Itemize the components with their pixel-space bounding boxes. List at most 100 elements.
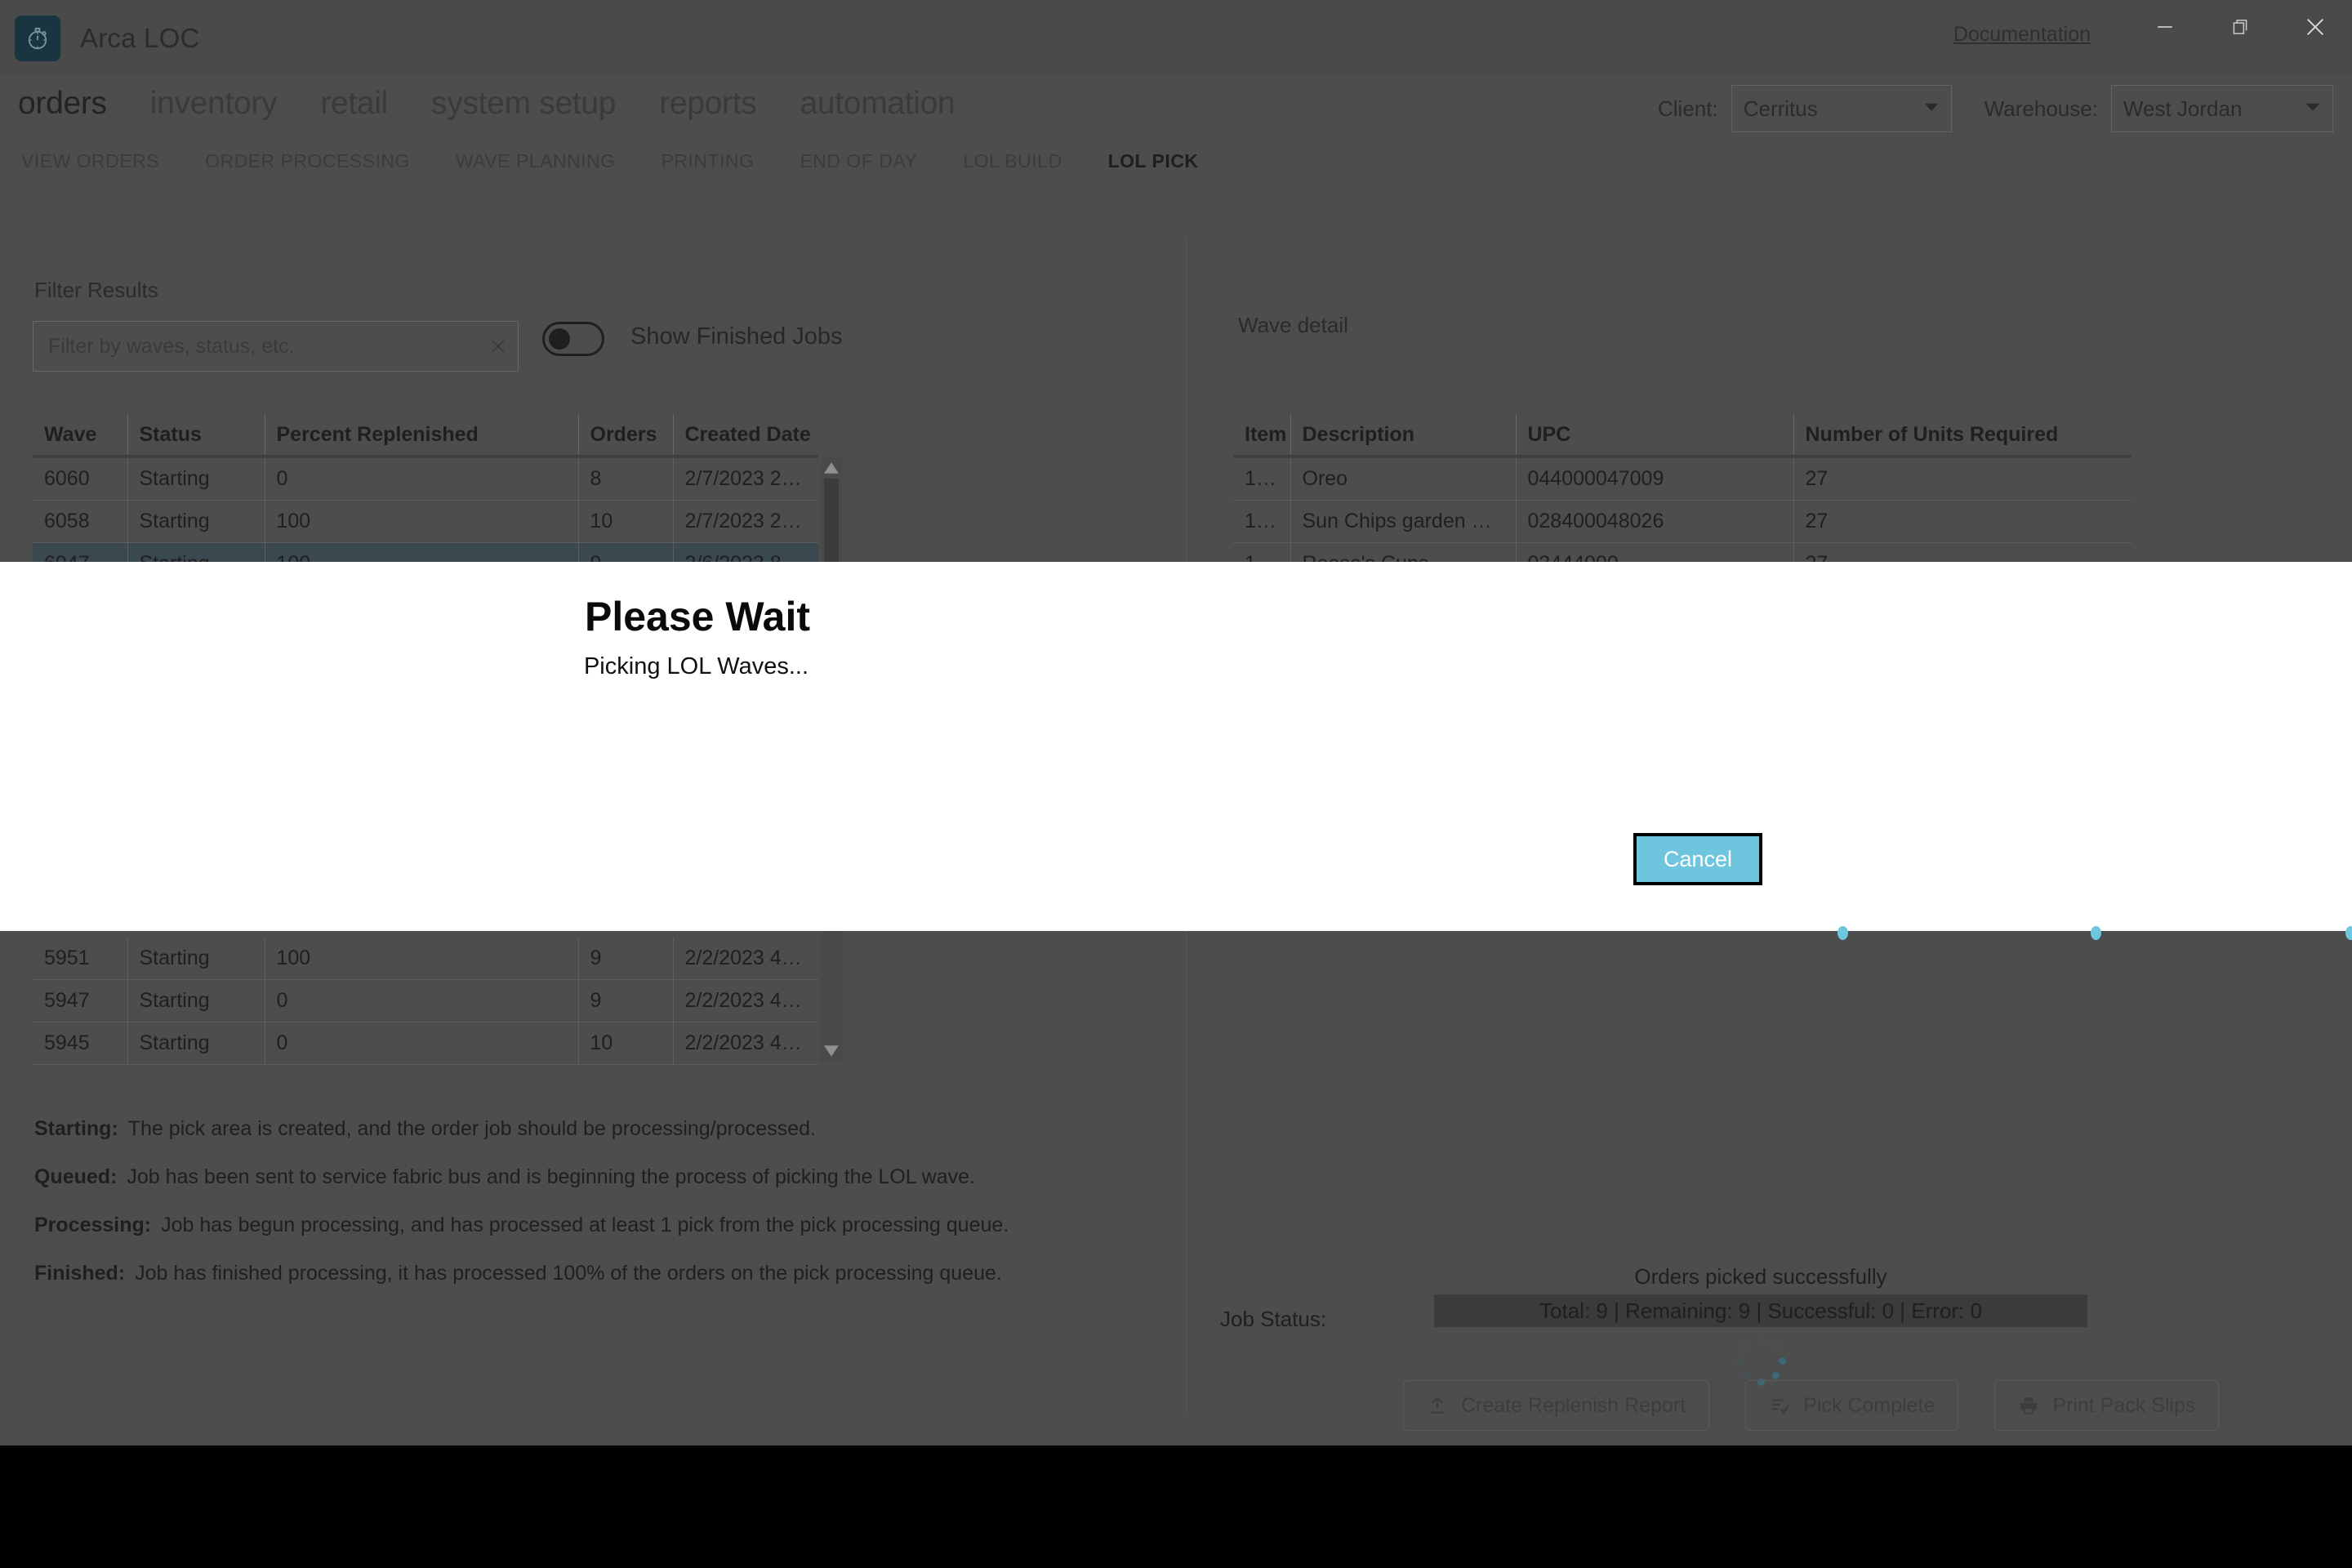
pick-complete-button: Pick Complete: [1745, 1380, 1959, 1431]
column-header-number-of-units-required[interactable]: Number of Units Required: [1793, 415, 2132, 458]
job-status-message: Orders picked successfully: [1634, 1264, 1887, 1289]
nav-item-automation[interactable]: automation: [800, 86, 955, 122]
tab-wave-planning[interactable]: WAVE PLANNING: [456, 150, 616, 172]
close-icon[interactable]: [479, 322, 518, 371]
cell-created: 2/7/2023 2:28:24 PM: [673, 500, 818, 543]
nav-item-retail[interactable]: retail: [320, 86, 388, 122]
please-wait-modal: Please Wait Picking LOL Waves...: [0, 562, 2352, 931]
cell-created: 2/2/2023 4:25:57 AM: [673, 938, 818, 980]
legend-text: Job has finished processing, it has proc…: [135, 1262, 1002, 1285]
bottom-band: [0, 1446, 2352, 1568]
printer-icon: [2018, 1395, 2039, 1416]
table-row[interactable]: 105 Sun Chips garden Salsa 028400048026 27: [1233, 500, 2132, 543]
documentation-link[interactable]: Documentation: [1953, 23, 2091, 47]
table-row[interactable]: 5945Starting0102/2/2023 4:16:55 AM: [33, 1022, 818, 1065]
cell-created: 2/2/2023 4:18:20 AM: [673, 979, 818, 1022]
title-bar: Arca LOC Documentation: [0, 0, 2352, 77]
button-label: Create Replenish Report: [1461, 1393, 1686, 1417]
legend-term: Processing:: [34, 1214, 152, 1236]
restore-icon[interactable]: [2226, 13, 2254, 41]
minimize-icon[interactable]: [2151, 13, 2179, 41]
column-header-description[interactable]: Description: [1290, 415, 1517, 458]
show-finished-jobs-toggle[interactable]: [542, 322, 604, 356]
table-header-row: Wave Status Percent Replenished Orders Creat…: [33, 415, 818, 458]
modal-title: Please Wait: [584, 594, 811, 639]
nav-item-reports[interactable]: reports: [659, 86, 757, 122]
nav-item-inventory[interactable]: inventory: [150, 86, 278, 122]
legend-item-starting: Starting: The pick area is created, and t…: [34, 1117, 1120, 1141]
cell-wave: 5945: [33, 1022, 128, 1065]
column-header-item[interactable]: Item: [1233, 415, 1291, 458]
column-header-created-date[interactable]: Created Date: [673, 415, 818, 458]
button-label: Pick Complete: [1803, 1393, 1936, 1417]
filter-input[interactable]: [33, 322, 479, 371]
cell-status: Starting: [127, 938, 265, 980]
cell-orders: 10: [578, 500, 674, 543]
table-row[interactable]: 5951Starting10092/2/2023 4:25:57 AM: [33, 938, 818, 980]
legend-item-processing: Processing: Job has begun processing, and…: [34, 1214, 1120, 1237]
tab-order-processing[interactable]: ORDER PROCESSING: [205, 150, 410, 172]
job-progress-bar: Total: 9 | Remaining: 9 | Successful: 0 …: [1434, 1294, 2087, 1327]
chevron-up-icon[interactable]: [821, 457, 842, 479]
cell-percent: 0: [265, 1022, 579, 1065]
cell-status: Starting: [127, 979, 265, 1022]
progress-dot: [2091, 926, 2101, 940]
table-row[interactable]: 6058Starting100102/7/2023 2:28:24 PM: [33, 500, 818, 543]
table-row[interactable]: 5947Starting092/2/2023 4:18:20 AM: [33, 979, 818, 1022]
cell-orders: 9: [578, 979, 674, 1022]
table-row[interactable]: 6060Starting082/7/2023 2:29:24 PM: [33, 457, 818, 501]
cell-units: 27: [1793, 500, 2132, 543]
cell-percent: 0: [265, 457, 579, 501]
tab-printing[interactable]: PRINTING: [662, 150, 755, 172]
progress-dot: [1838, 926, 1848, 940]
column-header-upc[interactable]: UPC: [1516, 415, 1794, 458]
app-title: Arca LOC: [80, 23, 200, 53]
waves-table-top: Wave Status Percent Replenished Orders Creat…: [33, 415, 841, 586]
legend-text: The pick area is created, and the order …: [127, 1117, 816, 1140]
waves-table-bottom: 5951Starting10092/2/2023 4:25:57 AM5947S…: [33, 938, 841, 1065]
cell-orders: 8: [578, 457, 674, 501]
close-icon[interactable]: [2301, 13, 2329, 41]
modal-progress-dots: [0, 926, 2352, 940]
cell-orders: 10: [578, 1022, 674, 1065]
stopwatch-icon: [15, 16, 60, 61]
column-header-status[interactable]: Status: [127, 415, 265, 458]
cell-description: Oreo: [1290, 457, 1517, 501]
cell-status: Starting: [127, 500, 265, 543]
legend-text: Job has begun processing, and has proces…: [161, 1214, 1009, 1236]
cell-created: 2/7/2023 2:29:24 PM: [673, 457, 818, 501]
cell-created: 2/2/2023 4:16:55 AM: [673, 1022, 818, 1065]
tab-view-orders[interactable]: VIEW ORDERS: [21, 150, 159, 172]
cell-percent: 100: [265, 500, 579, 543]
cell-wave: 5951: [33, 938, 128, 980]
upload-icon: [1427, 1395, 1448, 1416]
tab-lol-build[interactable]: LOL BUILD: [963, 150, 1062, 172]
tab-end-of-day[interactable]: END OF DAY: [800, 150, 917, 172]
cell-wave: 5947: [33, 979, 128, 1022]
legend-item-finished: Finished: Job has finished processing, it…: [34, 1262, 1120, 1285]
cancel-button[interactable]: Cancel: [1633, 833, 1762, 885]
cell-description: Sun Chips garden Salsa: [1290, 500, 1517, 543]
column-header-percent-replenished[interactable]: Percent Replenished: [265, 415, 579, 458]
cell-upc: 028400048026: [1516, 500, 1794, 543]
nav-item-system-setup[interactable]: system setup: [431, 86, 616, 122]
main-navigation: orders inventory retail system setup reports…: [0, 78, 2352, 129]
nav-item-orders[interactable]: orders: [18, 86, 107, 122]
column-header-wave[interactable]: Wave: [33, 415, 128, 458]
table-row[interactable]: 103 Oreo 044000047009 27: [1233, 457, 2132, 501]
cell-percent: 0: [265, 979, 579, 1022]
cell-upc: 044000047009: [1516, 457, 1794, 501]
filter-results-label: Filter Results: [34, 278, 158, 302]
job-progress-text: Total: 9 | Remaining: 9 | Successful: 0 …: [1539, 1298, 1982, 1323]
cell-units: 27: [1793, 457, 2132, 501]
legend-text: Job has been sent to service fabric bus …: [127, 1165, 975, 1188]
modal-subtitle: Picking LOL Waves...: [583, 653, 809, 679]
wave-detail-table: Item Description UPC Number of Units Requir…: [1233, 415, 2132, 586]
cell-item: 105: [1233, 500, 1291, 543]
tab-lol-pick[interactable]: LOL PICK: [1108, 150, 1199, 172]
wave-detail-label: Wave detail: [1238, 313, 1348, 337]
column-header-orders[interactable]: Orders: [578, 415, 674, 458]
legend-term: Queued:: [34, 1165, 118, 1188]
legend-term: Finished:: [34, 1262, 126, 1285]
cell-orders: 9: [578, 938, 674, 980]
